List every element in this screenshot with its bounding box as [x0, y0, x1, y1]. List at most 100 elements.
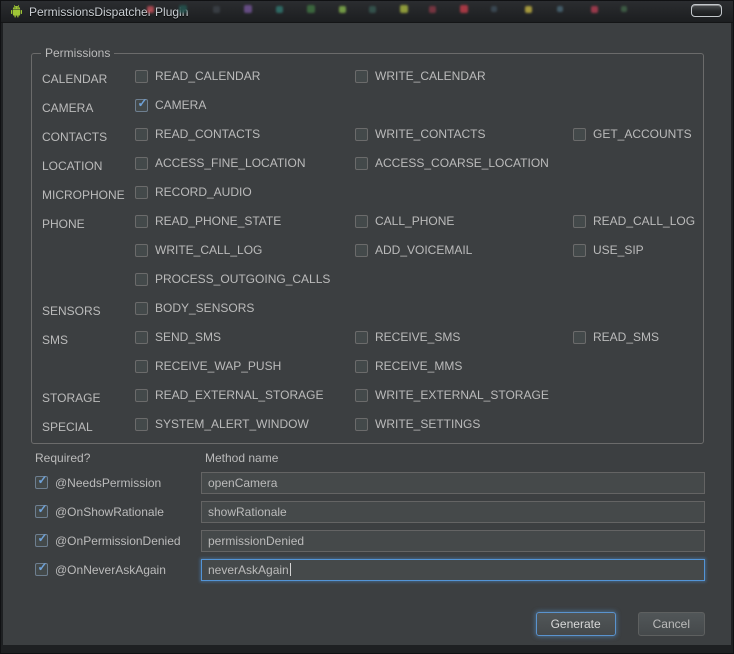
permission-label: ADD_VOICEMAIL [375, 243, 472, 257]
annotation-checkbox-item[interactable]: ✓@NeedsPermission [35, 476, 201, 490]
permissions-group-title: Permissions [41, 46, 114, 60]
permissions-group: Permissions CALENDARREAD_CALENDARWRITE_C… [31, 53, 704, 444]
permission-checkbox-item[interactable]: READ_CALL_LOG [573, 214, 695, 228]
permission-checkbox-item[interactable]: READ_CONTACTS [135, 127, 260, 141]
permission-checkbox-item[interactable]: RECEIVE_WAP_PUSH [135, 359, 281, 373]
permission-label: GET_ACCOUNTS [593, 127, 692, 141]
checkbox[interactable] [355, 157, 368, 170]
permission-checkbox-item[interactable]: WRITE_EXTERNAL_STORAGE [355, 388, 549, 402]
method-name-field[interactable]: permissionDenied [201, 530, 705, 552]
checkbox[interactable] [355, 70, 368, 83]
permission-checkbox-item[interactable]: READ_CALENDAR [135, 69, 260, 83]
checkbox[interactable] [355, 331, 368, 344]
permission-cell: READ_CALENDAR [135, 69, 355, 88]
checkbox[interactable] [355, 128, 368, 141]
permissions-grid: CALENDARREAD_CALENDARWRITE_CALENDARCAMER… [32, 54, 703, 443]
permission-checkbox-item[interactable]: RECORD_AUDIO [135, 185, 252, 199]
checkbox[interactable] [135, 273, 148, 286]
checkbox[interactable]: ✓ [35, 534, 48, 547]
permission-cell: ACCESS_COARSE_LOCATION [355, 156, 573, 175]
annotation-checkbox-item[interactable]: ✓@OnShowRationale [35, 505, 201, 519]
checkbox[interactable] [135, 186, 148, 199]
text-caret [290, 563, 291, 576]
checkbox[interactable] [135, 215, 148, 228]
permission-cell: RECEIVE_SMS [355, 330, 573, 349]
annotation-checkbox-item[interactable]: ✓@OnNeverAskAgain [35, 563, 201, 577]
permission-row: SMSSEND_SMS RECEIVE_SMS READ_SMS [42, 325, 695, 354]
permission-label: ACCESS_FINE_LOCATION [155, 156, 305, 170]
permission-checkbox-item[interactable]: SYSTEM_ALERT_WINDOW [135, 417, 309, 431]
permission-checkbox-item[interactable]: ACCESS_FINE_LOCATION [135, 156, 305, 170]
permission-cell: READ_SMS [573, 330, 695, 349]
permission-checkbox-item[interactable]: GET_ACCOUNTS [573, 127, 692, 141]
checkbox[interactable] [355, 244, 368, 257]
permission-checkbox-item[interactable]: BODY_SENSORS [135, 301, 254, 315]
category-label: SMS [42, 333, 135, 347]
permission-checkbox-item[interactable]: READ_EXTERNAL_STORAGE [135, 388, 324, 402]
permission-label: CALL_PHONE [375, 214, 454, 228]
checkbox[interactable] [573, 128, 586, 141]
checkbox[interactable]: ✓ [35, 505, 48, 518]
permission-checkbox-item[interactable]: WRITE_CONTACTS [355, 127, 485, 141]
checkbox[interactable] [573, 331, 586, 344]
checkbox[interactable] [135, 128, 148, 141]
check-icon: ✓ [36, 532, 49, 545]
category-label: PHONE [42, 217, 135, 231]
generate-button[interactable]: Generate [536, 612, 616, 636]
permission-checkbox-item[interactable]: ✓CAMERA [135, 98, 206, 112]
permission-checkbox-item[interactable]: CALL_PHONE [355, 214, 454, 228]
permission-checkbox-item[interactable]: WRITE_CALL_LOG [135, 243, 262, 257]
window-control-button[interactable] [691, 4, 722, 17]
checkbox[interactable] [355, 360, 368, 373]
checkbox[interactable]: ✓ [135, 99, 148, 112]
checkbox[interactable] [135, 70, 148, 83]
method-name-value: openCamera [208, 476, 277, 490]
permission-checkbox-item[interactable]: READ_PHONE_STATE [135, 214, 281, 228]
checkbox[interactable] [135, 389, 148, 402]
permission-checkbox-item[interactable]: READ_SMS [573, 330, 659, 344]
check-icon: ✓ [36, 503, 49, 516]
checkbox[interactable] [135, 302, 148, 315]
permission-checkbox-item[interactable]: WRITE_SETTINGS [355, 417, 480, 431]
checkbox[interactable] [135, 418, 148, 431]
permission-checkbox-item[interactable]: USE_SIP [573, 243, 644, 257]
permission-row: LOCATIONACCESS_FINE_LOCATIONACCESS_COARS… [42, 151, 695, 180]
permission-checkbox-item[interactable]: RECEIVE_SMS [355, 330, 460, 344]
permission-checkbox-item[interactable]: RECEIVE_MMS [355, 359, 462, 373]
checkbox[interactable]: ✓ [35, 563, 48, 576]
permission-label: ACCESS_COARSE_LOCATION [375, 156, 549, 170]
permission-checkbox-item[interactable]: ACCESS_COARSE_LOCATION [355, 156, 549, 170]
checkbox[interactable] [573, 244, 586, 257]
method-name-field[interactable]: showRationale [201, 501, 705, 523]
permission-cell: BODY_SENSORS [135, 301, 355, 320]
checkbox[interactable] [355, 389, 368, 402]
checkbox[interactable] [135, 157, 148, 170]
method-name-field[interactable]: openCamera [201, 472, 705, 494]
permission-row: SENSORSBODY_SENSORS [42, 296, 695, 325]
annotation-checkbox-item[interactable]: ✓ @OnPermissionDenied [35, 534, 201, 548]
permission-checkbox-item[interactable]: SEND_SMS [135, 330, 221, 344]
checkbox[interactable] [135, 244, 148, 257]
permission-checkbox-item[interactable]: ADD_VOICEMAIL [355, 243, 472, 257]
permission-checkbox-item[interactable]: PROCESS_OUTGOING_CALLS [135, 272, 330, 286]
checkbox[interactable]: ✓ [35, 476, 48, 489]
category-label: MICROPHONE [42, 188, 135, 202]
decoration-dot [400, 5, 408, 13]
checkbox[interactable] [135, 360, 148, 373]
permission-row: CALENDARREAD_CALENDARWRITE_CALENDAR [42, 64, 695, 93]
permission-row: WRITE_CALL_LOG ADD_VOICEMAIL USE_SIP [42, 238, 695, 267]
annotation-label: @OnPermissionDenied [55, 534, 181, 548]
permission-label: RECEIVE_WAP_PUSH [155, 359, 281, 373]
decoration-dot [213, 6, 220, 13]
checkbox[interactable] [355, 418, 368, 431]
method-name-field[interactable]: neverAskAgain [201, 559, 705, 581]
decoration-dot [525, 6, 532, 13]
checkbox[interactable] [573, 215, 586, 228]
titlebar[interactable]: PermissionsDispatcher Plugin [1, 1, 733, 23]
cancel-button[interactable]: Cancel [638, 612, 705, 636]
checkbox[interactable] [355, 215, 368, 228]
checkbox[interactable] [135, 331, 148, 344]
permission-checkbox-item[interactable]: WRITE_CALENDAR [355, 69, 486, 83]
decoration-dot [276, 6, 283, 13]
permission-cell: ✓CAMERA [135, 98, 355, 117]
